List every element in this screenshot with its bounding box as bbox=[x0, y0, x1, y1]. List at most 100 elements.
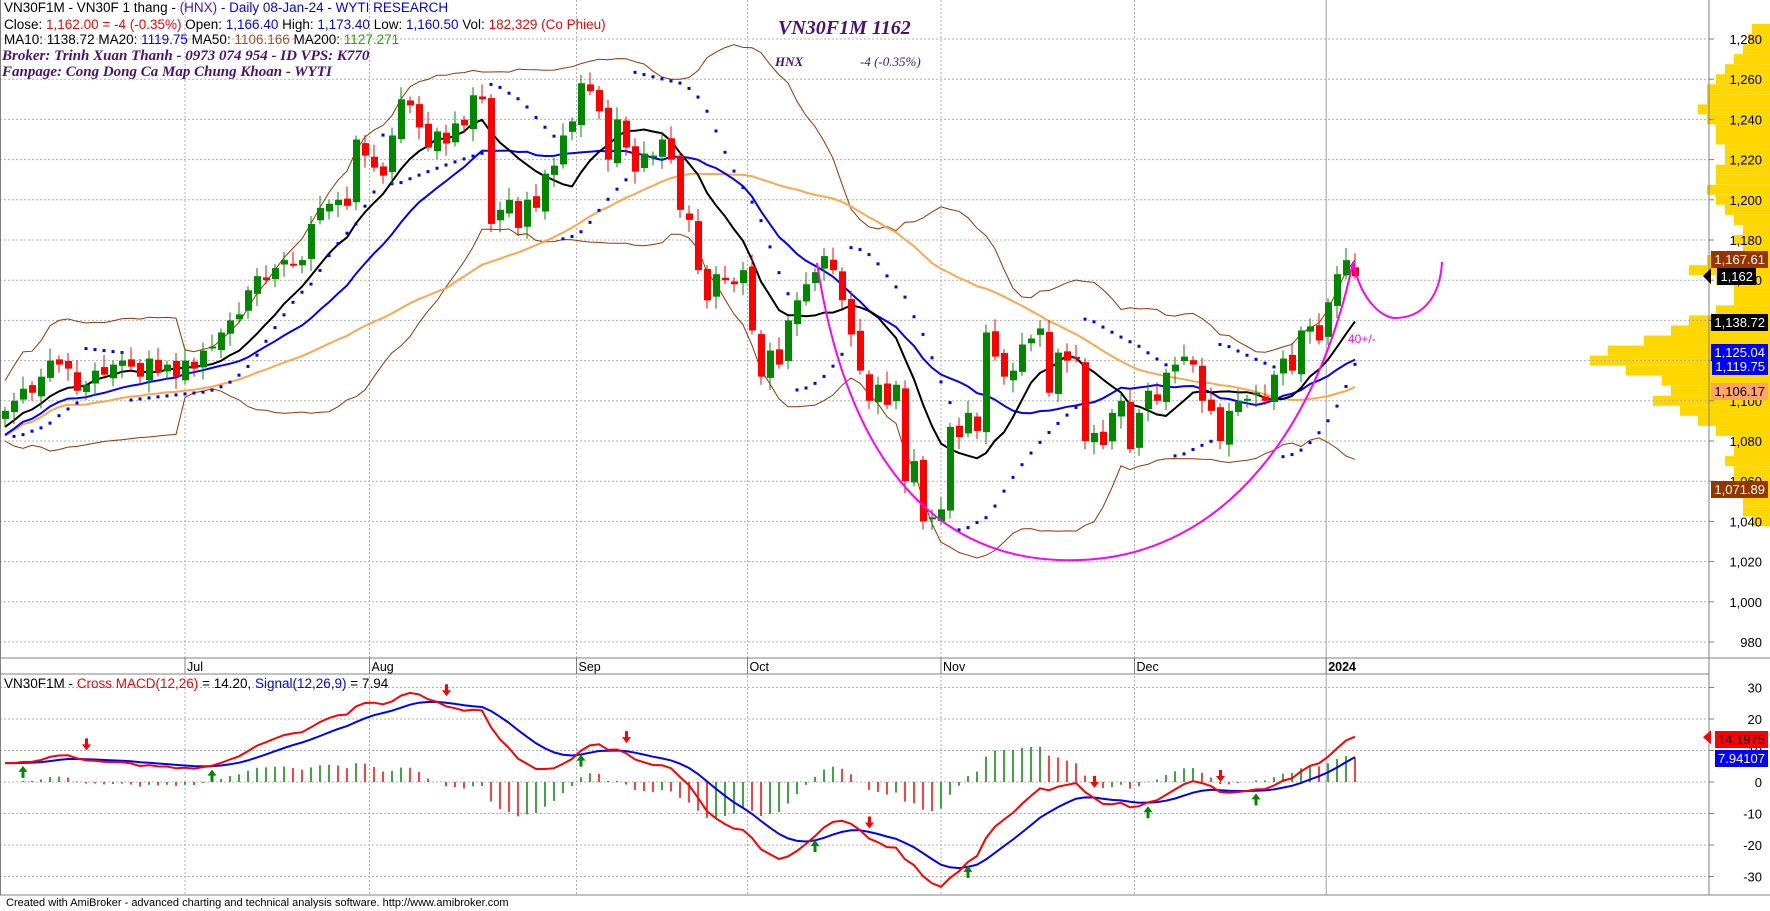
candle bbox=[1145, 382, 1152, 422]
sar-dot bbox=[237, 373, 241, 377]
sar-dot bbox=[57, 414, 61, 418]
sar-dot bbox=[1254, 357, 1258, 361]
candle bbox=[452, 111, 459, 147]
sar-dot bbox=[219, 385, 223, 389]
ma20-label: MA20: bbox=[94, 32, 142, 47]
candle-body bbox=[1325, 302, 1332, 337]
candle-body bbox=[704, 268, 711, 301]
candle-body bbox=[929, 517, 936, 520]
candle bbox=[641, 141, 648, 173]
sar-dot bbox=[1119, 335, 1123, 339]
candle-body bbox=[110, 364, 117, 379]
candle bbox=[128, 347, 135, 371]
macd-pointer-icon bbox=[1703, 730, 1711, 745]
sar-dot bbox=[894, 285, 898, 289]
candle-body bbox=[821, 256, 828, 269]
candle-body bbox=[1235, 400, 1242, 413]
volume-profile-bar bbox=[1707, 94, 1770, 105]
candle-body bbox=[893, 384, 900, 402]
ma50-label: MA50: bbox=[187, 32, 235, 47]
open-value: 1,166.40 bbox=[225, 17, 279, 32]
candle bbox=[677, 151, 684, 218]
candle bbox=[1199, 357, 1206, 413]
sar-dot bbox=[489, 82, 493, 86]
buy-arrow-icon bbox=[576, 754, 586, 767]
candle-body bbox=[1064, 351, 1071, 361]
sar-dot bbox=[1299, 448, 1303, 452]
date-label: Sep bbox=[579, 660, 601, 674]
candle bbox=[614, 107, 621, 168]
candle-body bbox=[1082, 362, 1089, 441]
date-label: 2024 bbox=[1328, 660, 1356, 674]
candle bbox=[740, 262, 747, 296]
volume-profile-bar bbox=[1734, 54, 1770, 65]
candle bbox=[1028, 334, 1035, 352]
candle-body bbox=[1298, 330, 1305, 375]
candle-body bbox=[479, 96, 486, 100]
volume-profile-bar bbox=[1716, 174, 1770, 185]
sar-dot bbox=[1155, 357, 1159, 361]
candle-body bbox=[578, 83, 585, 126]
sell-arrow-icon bbox=[865, 816, 874, 829]
sell-arrow-icon bbox=[82, 738, 91, 751]
sar-dot bbox=[102, 349, 106, 353]
sar-dot bbox=[534, 116, 538, 120]
candle bbox=[920, 455, 927, 530]
sar-dot bbox=[624, 178, 628, 182]
sar-dot bbox=[642, 73, 646, 77]
sar-dot bbox=[1056, 421, 1060, 425]
candle-body bbox=[596, 90, 603, 112]
candle bbox=[1127, 389, 1134, 454]
candle bbox=[632, 138, 639, 184]
candle-body bbox=[65, 361, 72, 369]
sar-dot bbox=[849, 246, 853, 250]
sar-dot bbox=[1146, 351, 1150, 355]
candle-body bbox=[443, 132, 450, 144]
candle bbox=[1280, 350, 1287, 386]
sar-dot bbox=[633, 70, 637, 74]
sar-dot bbox=[552, 134, 556, 138]
candle bbox=[335, 191, 342, 218]
sar-dot bbox=[1092, 320, 1096, 324]
sar-dot bbox=[705, 109, 709, 113]
candle bbox=[623, 116, 630, 156]
sar-dot bbox=[426, 170, 430, 174]
candle-body bbox=[290, 263, 297, 266]
candle bbox=[380, 162, 387, 184]
sar-dot bbox=[1272, 365, 1276, 369]
candle-body bbox=[470, 95, 477, 130]
macd-tick-label: -30 bbox=[1743, 870, 1762, 885]
candle-body bbox=[272, 268, 279, 279]
candle-body bbox=[866, 374, 873, 401]
candle-body bbox=[1334, 274, 1341, 306]
candle-body bbox=[992, 331, 999, 357]
sar-dot bbox=[858, 248, 862, 252]
candle-body bbox=[1001, 352, 1008, 377]
sar-dot bbox=[255, 353, 259, 357]
candle-body bbox=[1010, 370, 1017, 381]
candle-body bbox=[731, 281, 738, 285]
candle bbox=[974, 412, 981, 439]
candle-body bbox=[1145, 390, 1152, 410]
candle bbox=[902, 380, 909, 494]
sar-dot bbox=[138, 397, 142, 401]
candle-body bbox=[1100, 431, 1107, 446]
candle-body bbox=[551, 165, 558, 175]
sar-dot bbox=[930, 356, 934, 360]
candle-body bbox=[335, 199, 342, 206]
candle bbox=[767, 342, 774, 390]
candle-body bbox=[758, 334, 765, 377]
sar-dot bbox=[1002, 489, 1006, 493]
candle bbox=[515, 196, 522, 236]
badge-ma50: 1,106.17 bbox=[1711, 383, 1768, 400]
candle-body bbox=[56, 359, 63, 365]
candle bbox=[722, 265, 729, 285]
candle bbox=[443, 124, 450, 156]
sar-dot bbox=[471, 154, 475, 158]
candle bbox=[425, 111, 432, 152]
candle bbox=[1298, 326, 1305, 383]
macd-title: VN30F1M - Cross MACD(12,26) = 14.20, Sig… bbox=[4, 676, 388, 691]
candle-body bbox=[740, 270, 747, 284]
grid bbox=[0, 0, 1709, 895]
candle-body bbox=[218, 332, 225, 351]
